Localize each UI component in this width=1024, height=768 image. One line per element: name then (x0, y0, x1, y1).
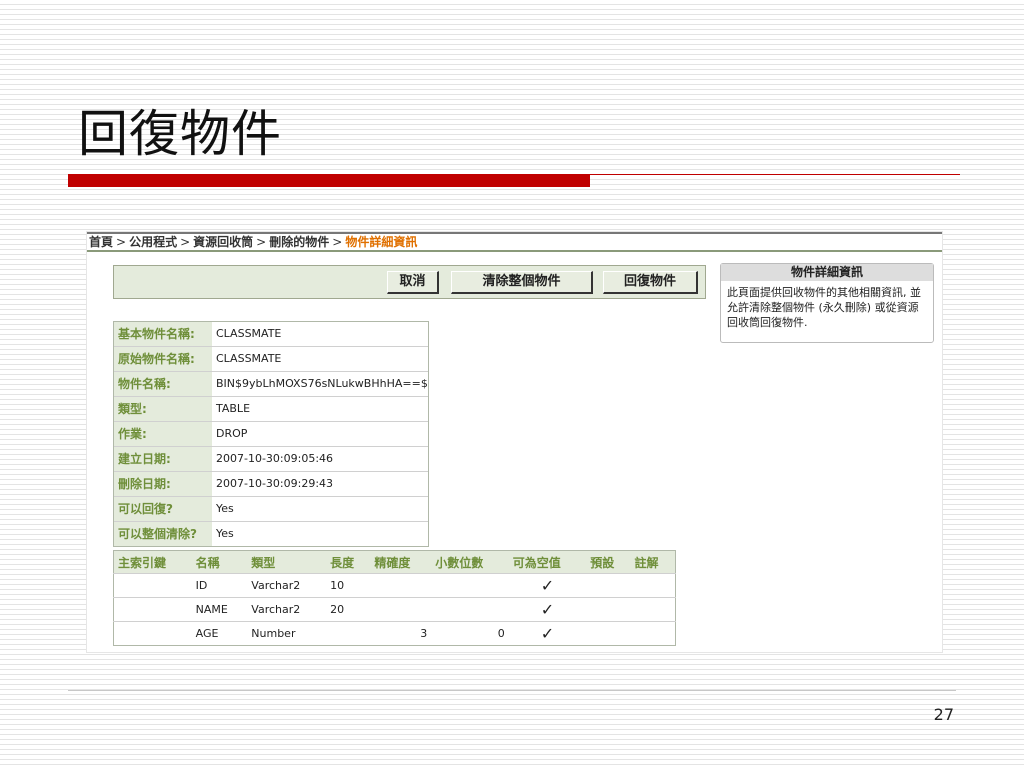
slide-title: 回復物件 (78, 105, 282, 163)
column-header-precision: 精確度 (370, 550, 432, 574)
cell-precision: 3 (370, 621, 432, 646)
title-underline-thick (68, 175, 590, 187)
page-number: 27 (933, 705, 954, 724)
column-header-primary-key: 主索引鍵 (113, 550, 192, 574)
cell-name: NAME (191, 597, 248, 622)
footer-divider (68, 690, 956, 691)
property-row: 建立日期: 2007-10-30:09:05:46 (114, 446, 428, 471)
property-value: Yes (216, 527, 234, 540)
cell-default (586, 597, 631, 622)
cell-precision (370, 573, 432, 598)
property-label: 基本物件名稱: (114, 322, 212, 346)
property-value: CLASSMATE (216, 327, 282, 340)
cell-type: Varchar2 (247, 597, 327, 622)
column-header-type: 類型 (247, 550, 327, 574)
cell-scale (431, 573, 509, 598)
breadcrumb-home[interactable]: 首頁 (89, 235, 113, 249)
cell-scale (431, 597, 509, 622)
cell-default (586, 621, 631, 646)
cell-type: Number (247, 621, 327, 646)
cell-comment (630, 573, 676, 598)
property-row: 類型: TABLE (114, 396, 428, 421)
cell-name: ID (191, 573, 248, 598)
breadcrumb-recycle-bin[interactable]: 資源回收筒 (193, 235, 253, 249)
property-value: CLASSMATE (216, 352, 282, 365)
cell-primary-key (113, 621, 192, 646)
property-label: 建立日期: (114, 447, 212, 471)
table-row: AGE Number 3 0 ✓ (113, 621, 676, 646)
column-header-comment: 註解 (630, 550, 676, 574)
purge-object-button[interactable]: 清除整個物件 (451, 271, 593, 294)
property-label: 可以整個清除? (114, 522, 212, 546)
property-row: 物件名稱: BIN$9ybLhMOXS76sNLukwBHhHA==$0 (114, 371, 428, 396)
property-label: 類型: (114, 397, 212, 421)
property-label: 物件名稱: (114, 372, 212, 396)
property-row: 可以整個清除? Yes (114, 521, 428, 546)
table-row: ID Varchar2 10 ✓ (113, 573, 676, 598)
property-row: 刪除日期: 2007-10-30:09:29:43 (114, 471, 428, 496)
property-label: 原始物件名稱: (114, 347, 212, 371)
cell-scale: 0 (431, 621, 509, 646)
button-bar: 取消 清除整個物件 回復物件 (113, 265, 706, 299)
property-label: 作業: (114, 422, 212, 446)
table-header-row: 主索引鍵 名稱 類型 長度 精確度 小數位數 可為空值 預設 註解 (113, 550, 676, 574)
cell-precision (370, 597, 432, 622)
breadcrumb-utilities[interactable]: 公用程式 (129, 235, 177, 249)
restore-object-button[interactable]: 回復物件 (603, 271, 698, 294)
cell-length: 10 (326, 573, 371, 598)
nullable-check-icon: ✓ (508, 597, 587, 622)
info-panel-title: 物件詳細資訊 (721, 264, 933, 281)
column-header-name: 名稱 (191, 550, 248, 574)
breadcrumb: 首頁 > 公用程式 > 資源回收筒 > 刪除的物件 > 物件詳細資訊 (87, 232, 942, 252)
nullable-check-icon: ✓ (508, 621, 587, 646)
cell-length: 20 (326, 597, 371, 622)
cell-default (586, 573, 631, 598)
property-row: 基本物件名稱: CLASSMATE (114, 322, 428, 346)
property-label: 刪除日期: (114, 472, 212, 496)
nullable-check-icon: ✓ (508, 573, 587, 598)
property-value: BIN$9ybLhMOXS76sNLukwBHhHA==$0 (216, 377, 428, 390)
object-properties: 基本物件名稱: CLASSMATE 原始物件名稱: CLASSMATE 物件名稱… (113, 321, 429, 547)
property-value: 2007-10-30:09:29:43 (216, 477, 334, 490)
cell-comment (630, 597, 676, 622)
breadcrumb-separator: > (256, 235, 267, 249)
cell-length (326, 621, 371, 646)
breadcrumb-current: 物件詳細資訊 (345, 235, 418, 249)
column-header-scale: 小數位數 (431, 550, 509, 574)
breadcrumb-dropped-objects[interactable]: 刪除的物件 (269, 235, 329, 249)
property-row: 原始物件名稱: CLASSMATE (114, 346, 428, 371)
property-value: TABLE (216, 402, 251, 415)
property-value: DROP (216, 427, 248, 440)
property-row: 作業: DROP (114, 421, 428, 446)
breadcrumb-separator: > (116, 235, 127, 249)
property-label: 可以回復? (114, 497, 212, 521)
cell-type: Varchar2 (247, 573, 327, 598)
info-panel-text: 此頁面提供回收物件的其他相關資訊, 並允許清除整個物件 (永久刪除) 或從資源回… (727, 286, 921, 329)
embedded-screenshot: 首頁 > 公用程式 > 資源回收筒 > 刪除的物件 > 物件詳細資訊 取消 清除整個物件 回復物… (86, 231, 943, 653)
property-row: 可以回復? Yes (114, 496, 428, 521)
property-value: Yes (216, 502, 234, 515)
cell-primary-key (113, 597, 192, 622)
column-header-default: 預設 (586, 550, 631, 574)
cell-name: AGE (191, 621, 248, 646)
cancel-button[interactable]: 取消 (387, 271, 439, 294)
breadcrumb-separator: > (332, 235, 343, 249)
columns-table: 主索引鍵 名稱 類型 長度 精確度 小數位數 可為空值 預設 註解 ID Var… (113, 550, 676, 646)
cell-primary-key (113, 573, 192, 598)
info-panel: 物件詳細資訊 此頁面提供回收物件的其他相關資訊, 並允許清除整個物件 (永久刪除… (720, 263, 934, 343)
cell-comment (630, 621, 676, 646)
column-header-nullable: 可為空值 (508, 550, 587, 574)
table-row: NAME Varchar2 20 ✓ (113, 597, 676, 622)
column-header-length: 長度 (326, 550, 371, 574)
property-value: 2007-10-30:09:05:46 (216, 452, 334, 465)
breadcrumb-separator: > (180, 235, 191, 249)
